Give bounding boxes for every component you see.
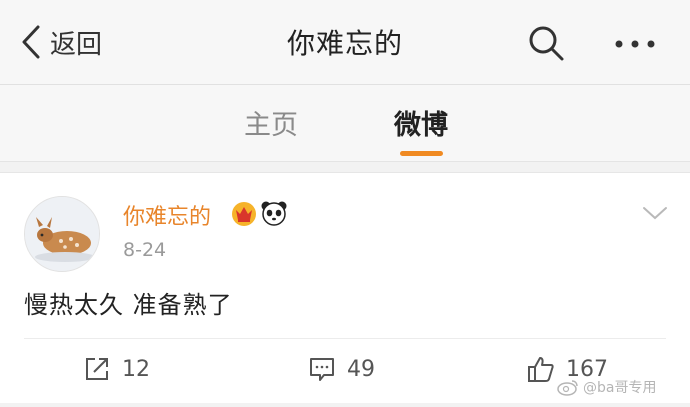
author-name[interactable]: 你难忘的 (123, 199, 211, 231)
more-icon (615, 40, 655, 48)
active-tab-indicator (400, 151, 443, 156)
comment-icon (310, 358, 334, 381)
repost-count: 12 (122, 356, 150, 382)
profile-tabs: 主页 微博 (0, 85, 690, 162)
avatar[interactable] (24, 196, 100, 272)
top-bar: 返回 你难忘的 (0, 0, 690, 85)
post-date: 8-24 (123, 239, 167, 261)
search-icon (529, 26, 564, 61)
more-button[interactable] (612, 24, 658, 64)
panda-badge-icon[interactable] (260, 199, 288, 227)
post-content: 慢热太久 准备熟了 (24, 291, 233, 319)
repost-icon (86, 358, 108, 380)
tab-weibo[interactable]: 微博 (394, 103, 448, 142)
comment-count: 49 (347, 356, 375, 382)
watermark-text: @ba哥专用 (583, 380, 657, 396)
search-button[interactable] (526, 23, 566, 63)
weibo-logo-icon (557, 380, 578, 396)
chevron-down-icon[interactable] (642, 205, 668, 221)
page-title: 你难忘的 (286, 27, 403, 60)
fawn-avatar-icon (25, 197, 99, 271)
comment-button[interactable]: 49 (307, 351, 375, 387)
crown-badge-icon[interactable] (230, 199, 258, 227)
repost-button[interactable]: 12 (82, 351, 150, 387)
watermark: @ba哥专用 (557, 377, 656, 397)
post-card: 你难忘的 8-24 慢热太久 准备熟了 12 49 167 (0, 172, 690, 403)
tab-home[interactable]: 主页 (244, 103, 298, 142)
divider (24, 338, 666, 339)
thumbs-up-icon (528, 357, 554, 382)
